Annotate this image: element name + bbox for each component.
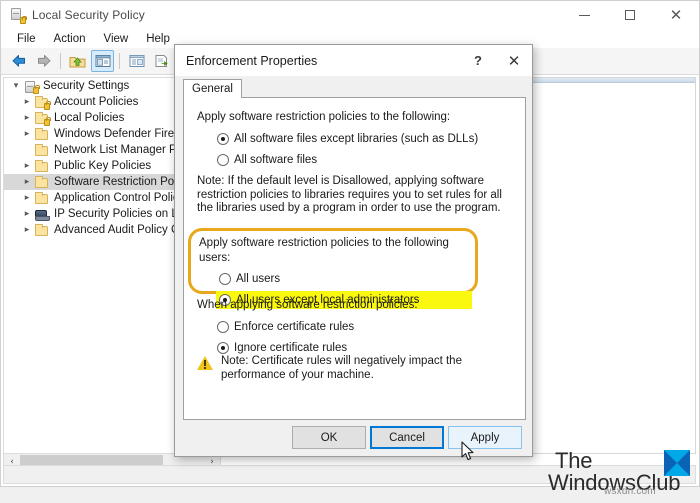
tree-item-label: Security Settings [43,80,130,92]
chevron-right-icon[interactable]: ▸ [20,223,34,237]
windowsclub-logo-icon [664,450,690,476]
tree-item-label: Network List Manager Polic [54,144,194,156]
close-button[interactable]: ✕ [653,1,699,29]
tree-item-label: Account Policies [54,96,139,108]
show-console-tree-icon[interactable] [91,50,114,72]
chevron-right-icon[interactable]: ▸ [20,127,34,141]
forward-arrow-icon[interactable] [32,50,55,72]
radio-label: All users [236,273,281,285]
chevron-right-icon[interactable]: ▸ [20,191,34,205]
section-files-label: Apply software restriction policies to t… [197,111,451,123]
toolbar-separator [60,53,61,69]
minimize-button[interactable] [561,1,607,29]
dialog-help-button[interactable]: ? [460,45,496,76]
screenshot-root: Local Security Policy ✕ File Action View… [0,0,700,503]
radio-all-software-files-except-libraries[interactable]: All software files except libraries (suc… [217,130,511,148]
dialog-tabstrip: General [183,79,524,98]
ip-security-icon [34,208,50,221]
warning-triangle-icon [197,356,213,371]
tab-general[interactable]: General [183,79,242,98]
folder-lock-icon [34,111,51,126]
chevron-right-icon[interactable]: ▸ [20,95,34,109]
section-certs-label: When applying software restriction polic… [197,299,418,311]
certificate-performance-warning: Note: Certificate rules will negatively … [197,355,509,382]
folder-icon [34,127,49,141]
chevron-placeholder-icon [20,143,34,157]
properties-icon[interactable] [125,50,148,72]
dialog-titlebar: Enforcement Properties ? ✕ [175,45,532,76]
radio-enforce-certificate-rules[interactable]: Enforce certificate rules [217,318,511,336]
tree-item-label: Advanced Audit Policy Con [54,224,193,236]
dialog-title: Enforcement Properties [186,53,318,68]
maximize-button[interactable] [607,1,653,29]
chevron-right-icon[interactable]: ▸ [20,111,34,125]
menu-action[interactable]: Action [45,31,95,47]
watermark: The WindowsClub wsxdn.com [548,448,694,500]
menu-file[interactable]: File [8,31,45,47]
menu-view[interactable]: View [95,31,138,47]
radio-indicator[interactable] [217,321,229,333]
window-title: Local Security Policy [32,8,145,22]
menu-help[interactable]: Help [137,31,179,47]
security-policy-icon [9,7,27,24]
radio-all-users[interactable]: All users [219,270,472,288]
dialog-footer: OK Cancel Apply [175,420,532,456]
window-titlebar: Local Security Policy ✕ [1,1,699,29]
dialog-close-button[interactable]: ✕ [496,45,532,76]
radio-label: All software files except libraries (suc… [234,133,479,145]
folder-icon [34,191,49,205]
section-certificate-rules: When applying software restriction polic… [197,298,511,357]
section-files-note: Note: If the default level is Disallowed… [197,175,502,214]
section-apply-to-files: Apply software restriction policies to t… [197,110,511,216]
warning-text: Note: Certificate rules will negatively … [221,355,462,381]
apply-button[interactable]: Apply [448,426,522,449]
dialog-tab-panel: Apply software restriction policies to t… [183,97,526,420]
ok-button[interactable]: OK [292,426,366,449]
folder-icon [34,143,49,157]
radio-indicator[interactable] [217,342,229,354]
up-folder-icon[interactable] [66,50,89,72]
toolbar-separator [119,53,120,69]
folder-icon [34,159,49,173]
radio-indicator[interactable] [219,273,231,285]
chevron-down-icon[interactable]: ▾ [9,79,23,93]
tree-item-label: Windows Defender Firewall [54,128,194,140]
back-arrow-icon[interactable] [7,50,30,72]
watermark-subtext: wsxdn.com [604,486,656,497]
radio-label: Ignore certificate rules [234,342,348,354]
section-apply-to-users-callout: Apply software restriction policies to t… [188,228,478,309]
radio-all-software-files[interactable]: All software files [217,151,511,169]
radio-label: All software files [234,154,318,166]
tree-item-label: Local Policies [54,112,125,124]
cabinet-lock-icon [23,80,40,94]
chevron-right-icon[interactable]: ▸ [20,175,34,189]
folder-icon [34,223,49,237]
radio-indicator[interactable] [217,154,229,166]
tree-item-label: Application Control Policies [54,192,194,204]
folder-icon [34,175,49,189]
radio-indicator[interactable] [217,133,229,145]
enforcement-properties-dialog: Enforcement Properties ? ✕ General Apply… [174,44,533,457]
folder-lock-icon [34,95,51,110]
cancel-button[interactable]: Cancel [370,426,444,449]
chevron-right-icon[interactable]: ▸ [20,159,34,173]
export-list-icon[interactable] [150,50,173,72]
section-users-label: Apply software restriction policies to t… [199,237,449,264]
question-mark-icon: ? [474,53,482,68]
chevron-right-icon[interactable]: ▸ [20,207,34,221]
close-icon: ✕ [507,51,521,70]
tree-item-label: Public Key Policies [54,160,152,172]
radio-label: Enforce certificate rules [234,321,355,333]
